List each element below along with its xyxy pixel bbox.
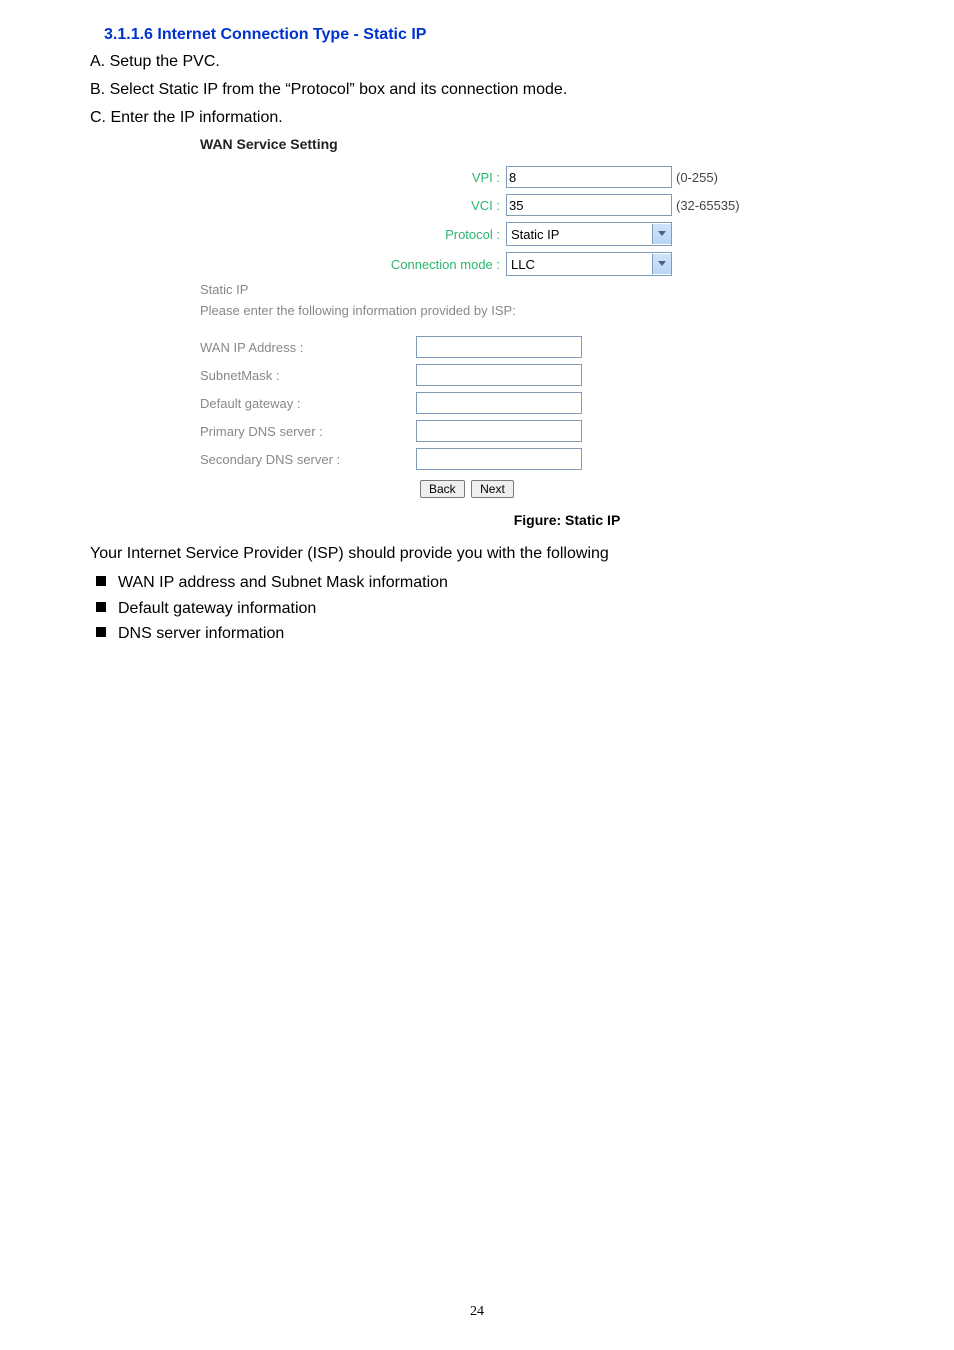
connmode-select[interactable]: LLC xyxy=(506,252,672,276)
static-ip-note: Please enter the following information p… xyxy=(200,303,840,318)
primary-dns-label: Primary DNS server : xyxy=(200,424,416,439)
protocol-value: Static IP xyxy=(507,227,652,242)
secondary-dns-input[interactable] xyxy=(416,448,582,470)
bullet-wanip: WAN IP address and Subnet Mask informati… xyxy=(90,570,864,596)
gateway-input[interactable] xyxy=(416,392,582,414)
step-c: C. Enter the IP information. xyxy=(90,106,864,130)
vci-hint: (32-65535) xyxy=(676,198,740,213)
section-heading: 3.1.1.6 Internet Connection Type - Stati… xyxy=(104,26,864,44)
step-b: B. Select Static IP from the “Protocol” … xyxy=(90,78,864,102)
vpi-label: VPI : xyxy=(200,170,506,185)
back-button[interactable]: Back xyxy=(420,480,465,498)
wan-ip-input[interactable] xyxy=(416,336,582,358)
vpi-hint: (0-255) xyxy=(676,170,718,185)
connmode-value: LLC xyxy=(507,257,652,272)
next-button[interactable]: Next xyxy=(471,480,514,498)
isp-intro-text: Your Internet Service Provider (ISP) sho… xyxy=(90,542,864,566)
connmode-label: Connection mode : xyxy=(200,257,506,272)
protocol-label: Protocol : xyxy=(200,227,506,242)
chevron-down-icon xyxy=(652,224,671,244)
static-ip-section-label: Static IP xyxy=(200,282,840,297)
panel-title: WAN Service Setting xyxy=(200,136,840,152)
vci-input[interactable] xyxy=(506,194,672,216)
vci-label: VCI : xyxy=(200,198,506,213)
chevron-down-icon xyxy=(652,254,671,274)
secondary-dns-label: Secondary DNS server : xyxy=(200,452,416,467)
page-number: 24 xyxy=(0,1304,954,1320)
subnet-label: SubnetMask : xyxy=(200,368,416,383)
protocol-select[interactable]: Static IP xyxy=(506,222,672,246)
wan-ip-label: WAN IP Address : xyxy=(200,340,416,355)
primary-dns-input[interactable] xyxy=(416,420,582,442)
vpi-input[interactable] xyxy=(506,166,672,188)
subnet-input[interactable] xyxy=(416,364,582,386)
figure-caption: Figure: Static IP xyxy=(90,512,954,528)
gateway-label: Default gateway : xyxy=(200,396,416,411)
step-a: A. Setup the PVC. xyxy=(90,50,864,74)
bullet-gateway: Default gateway information xyxy=(90,596,864,622)
bullet-dns: DNS server information xyxy=(90,621,864,647)
